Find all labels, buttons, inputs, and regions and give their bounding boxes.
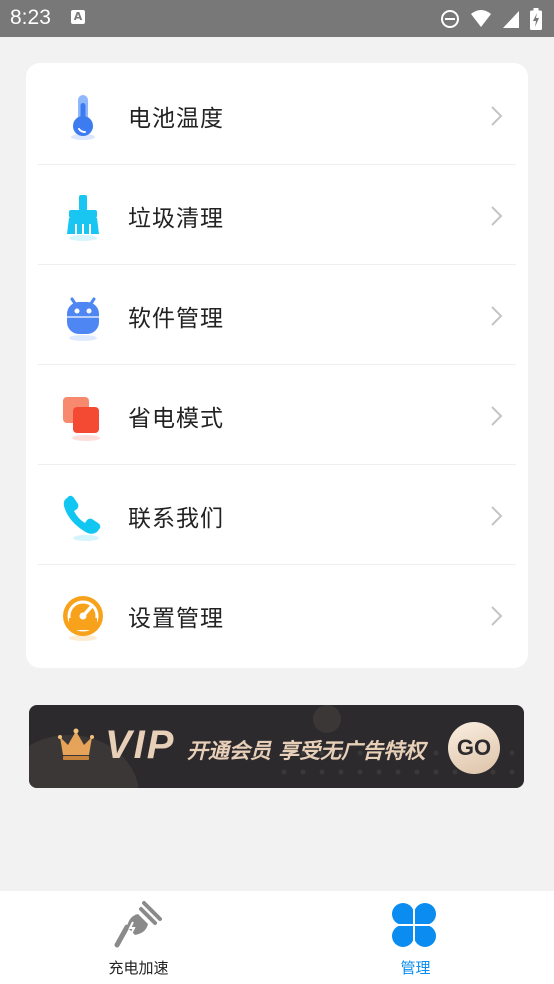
- chevron-right-icon: [491, 606, 503, 626]
- do-not-disturb-icon: [441, 10, 459, 28]
- chevron-right-icon: [491, 506, 503, 526]
- menu-item-label: 设置管理: [128, 606, 224, 632]
- menu-item-contact-us[interactable]: 联系我们: [26, 465, 528, 565]
- vip-go-button[interactable]: GO: [448, 722, 500, 774]
- status-time: 8:23: [10, 6, 51, 29]
- menu-item-label: 软件管理: [128, 306, 224, 332]
- menu-item-label: 省电模式: [128, 406, 224, 432]
- chevron-right-icon: [491, 306, 503, 326]
- wifi-icon: [471, 10, 491, 27]
- chevron-right-icon: [491, 406, 503, 426]
- grid-icon: [392, 903, 436, 947]
- phone-icon: [63, 495, 101, 541]
- decorative-circle: [313, 705, 341, 733]
- speedometer-icon: [63, 596, 103, 641]
- menu-item-software-management[interactable]: 软件管理: [26, 265, 528, 365]
- chevron-right-icon: [491, 206, 503, 226]
- signal-icon: [503, 11, 519, 28]
- tab-label: 充电加速: [108, 959, 169, 977]
- android-icon: [67, 297, 99, 341]
- status-icons: [440, 8, 542, 30]
- layers-icon: [63, 397, 100, 441]
- menu-card: 电池温度 垃圾清理 软件管理 省电模式 联系我们 设置管理: [26, 63, 528, 668]
- thermometer-icon: [71, 95, 95, 140]
- menu-item-label: 联系我们: [128, 506, 224, 532]
- status-bar: 8:23 A: [0, 0, 554, 37]
- vip-slogan: 开通会员 享受无广告特权: [187, 739, 426, 763]
- bottom-nav: 充电加速 管理: [0, 891, 554, 984]
- plug-icon: [114, 901, 162, 948]
- battery-charging-icon: [530, 8, 542, 30]
- tab-management[interactable]: 管理: [277, 891, 554, 984]
- broom-icon: [67, 195, 99, 241]
- tab-charge-boost[interactable]: 充电加速: [0, 891, 277, 984]
- vip-banner[interactable]: VIP 开通会员 享受无广告特权 GO: [29, 705, 524, 788]
- menu-item-power-saving-mode[interactable]: 省电模式: [26, 365, 528, 465]
- menu-item-junk-cleanup[interactable]: 垃圾清理: [26, 165, 528, 265]
- tab-label: 管理: [400, 959, 431, 977]
- menu-item-settings-management[interactable]: 设置管理: [26, 565, 528, 665]
- chevron-right-icon: [491, 106, 503, 126]
- crown-icon: [58, 728, 94, 760]
- vip-title: VIP: [105, 723, 176, 767]
- notification-badge-icon: A: [71, 10, 85, 24]
- menu-item-label: 垃圾清理: [128, 206, 224, 232]
- menu-item-label: 电池温度: [128, 106, 224, 132]
- menu-item-battery-temperature[interactable]: 电池温度: [26, 65, 528, 165]
